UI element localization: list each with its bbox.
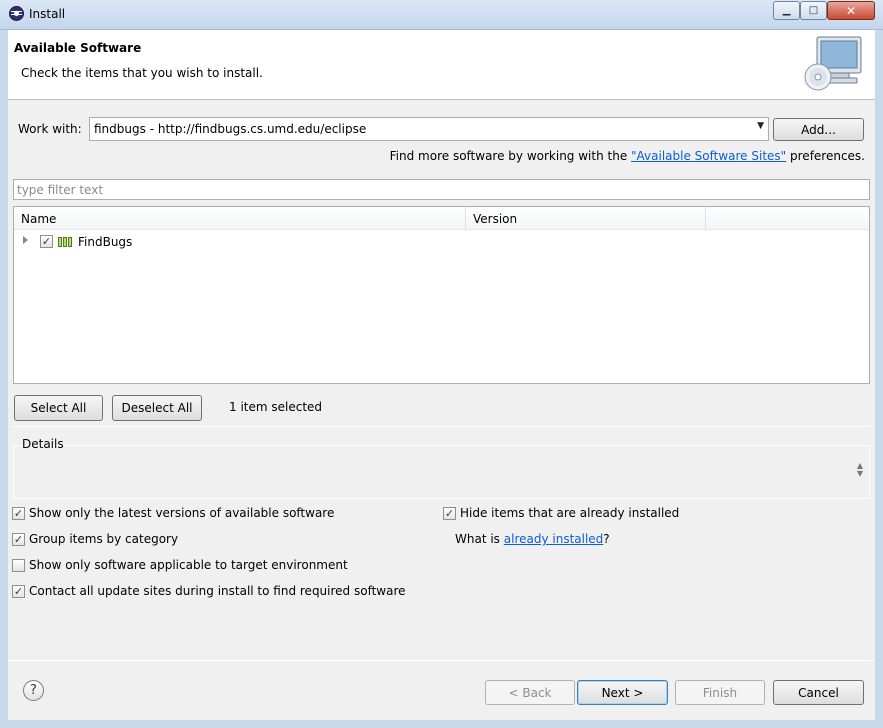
dialog-header: Available Software Check the items that … bbox=[8, 30, 875, 100]
tree-row[interactable]: ✓ FindBugs bbox=[14, 232, 869, 252]
expand-arrow-icon[interactable] bbox=[23, 236, 28, 244]
software-tree[interactable]: Name Version ✓ FindBugs bbox=[13, 206, 870, 384]
latest-versions-label: Show only the latest versions of availab… bbox=[29, 506, 335, 520]
package-icon bbox=[58, 237, 74, 247]
row-name: FindBugs bbox=[78, 235, 133, 249]
applicable-only-option[interactable]: Show only software applicable to target … bbox=[12, 557, 348, 573]
latest-versions-checkbox[interactable]: ✓ bbox=[12, 506, 25, 520]
help-icon[interactable]: ? bbox=[23, 680, 44, 701]
group-by-category-label: Group items by category bbox=[29, 532, 179, 546]
add-button[interactable]: Add... bbox=[773, 118, 864, 141]
column-name[interactable]: Name bbox=[14, 207, 466, 230]
group-by-category-option[interactable]: ✓ Group items by category bbox=[12, 531, 178, 547]
find-more-text: Find more software by working with the "… bbox=[390, 149, 865, 163]
window-title: Install bbox=[29, 7, 66, 21]
contact-update-sites-checkbox[interactable]: ✓ bbox=[12, 584, 25, 598]
deselect-all-button[interactable]: Deselect All bbox=[112, 395, 202, 421]
column-version[interactable]: Version bbox=[466, 207, 706, 230]
find-more-suffix: preferences. bbox=[786, 149, 865, 163]
applicable-only-label: Show only software applicable to target … bbox=[29, 558, 348, 572]
latest-versions-option[interactable]: ✓ Show only the latest versions of avail… bbox=[12, 505, 334, 521]
contact-update-sites-option[interactable]: ✓ Contact all update sites during instal… bbox=[12, 583, 406, 599]
contact-update-sites-label: Contact all update sites during install … bbox=[29, 584, 406, 598]
what-is-suffix: ? bbox=[603, 532, 610, 546]
details-area[interactable] bbox=[13, 445, 870, 499]
dialog-body: Work with: findbugs - http://findbugs.cs… bbox=[8, 100, 875, 720]
page-subtitle: Check the items that you wish to install… bbox=[21, 66, 263, 80]
what-is-prefix: What is bbox=[455, 532, 504, 546]
applicable-only-checkbox[interactable] bbox=[12, 558, 25, 572]
footer-divider bbox=[8, 660, 875, 661]
tree-header: Name Version bbox=[14, 207, 869, 230]
close-button[interactable]: ✕ bbox=[827, 1, 875, 20]
group-by-category-checkbox[interactable]: ✓ bbox=[12, 532, 25, 546]
available-sites-link[interactable]: "Available Software Sites" bbox=[631, 149, 786, 163]
eclipse-icon bbox=[9, 6, 24, 21]
finish-button[interactable]: Finish bbox=[675, 680, 765, 705]
already-installed-link[interactable]: already installed bbox=[504, 532, 604, 546]
details-scroll[interactable]: ▲ ▼ bbox=[856, 462, 864, 478]
monitor-cd-icon bbox=[804, 36, 862, 91]
cancel-button[interactable]: Cancel bbox=[773, 680, 864, 705]
hide-installed-checkbox[interactable]: ✓ bbox=[443, 506, 456, 520]
details-divider bbox=[13, 426, 870, 427]
page-title: Available Software bbox=[14, 41, 142, 55]
what-is-text: What is already installed? bbox=[455, 532, 610, 546]
dropdown-arrow-icon[interactable]: ▼ bbox=[757, 121, 764, 131]
hide-installed-option[interactable]: ✓ Hide items that are already installed bbox=[443, 505, 679, 521]
title-bar[interactable]: Install ▁ □ ✕ bbox=[0, 0, 883, 30]
work-with-value: findbugs - http://findbugs.cs.umd.edu/ec… bbox=[94, 122, 367, 136]
filter-input[interactable] bbox=[13, 179, 870, 200]
work-with-label: Work with: bbox=[18, 122, 82, 136]
hide-installed-label: Hide items that are already installed bbox=[460, 506, 680, 520]
maximize-button[interactable]: □ bbox=[800, 1, 827, 20]
work-with-combo[interactable]: findbugs - http://findbugs.cs.umd.edu/ec… bbox=[89, 117, 769, 141]
select-all-button[interactable]: Select All bbox=[14, 395, 103, 421]
back-button[interactable]: < Back bbox=[485, 680, 575, 705]
row-checkbox[interactable]: ✓ bbox=[40, 235, 53, 248]
find-more-prefix: Find more software by working with the bbox=[389, 149, 632, 163]
details-label: Details bbox=[22, 437, 64, 451]
next-button[interactable]: Next > bbox=[577, 680, 668, 705]
selection-count: 1 item selected bbox=[229, 400, 323, 414]
minimize-button[interactable]: ▁ bbox=[773, 1, 800, 20]
